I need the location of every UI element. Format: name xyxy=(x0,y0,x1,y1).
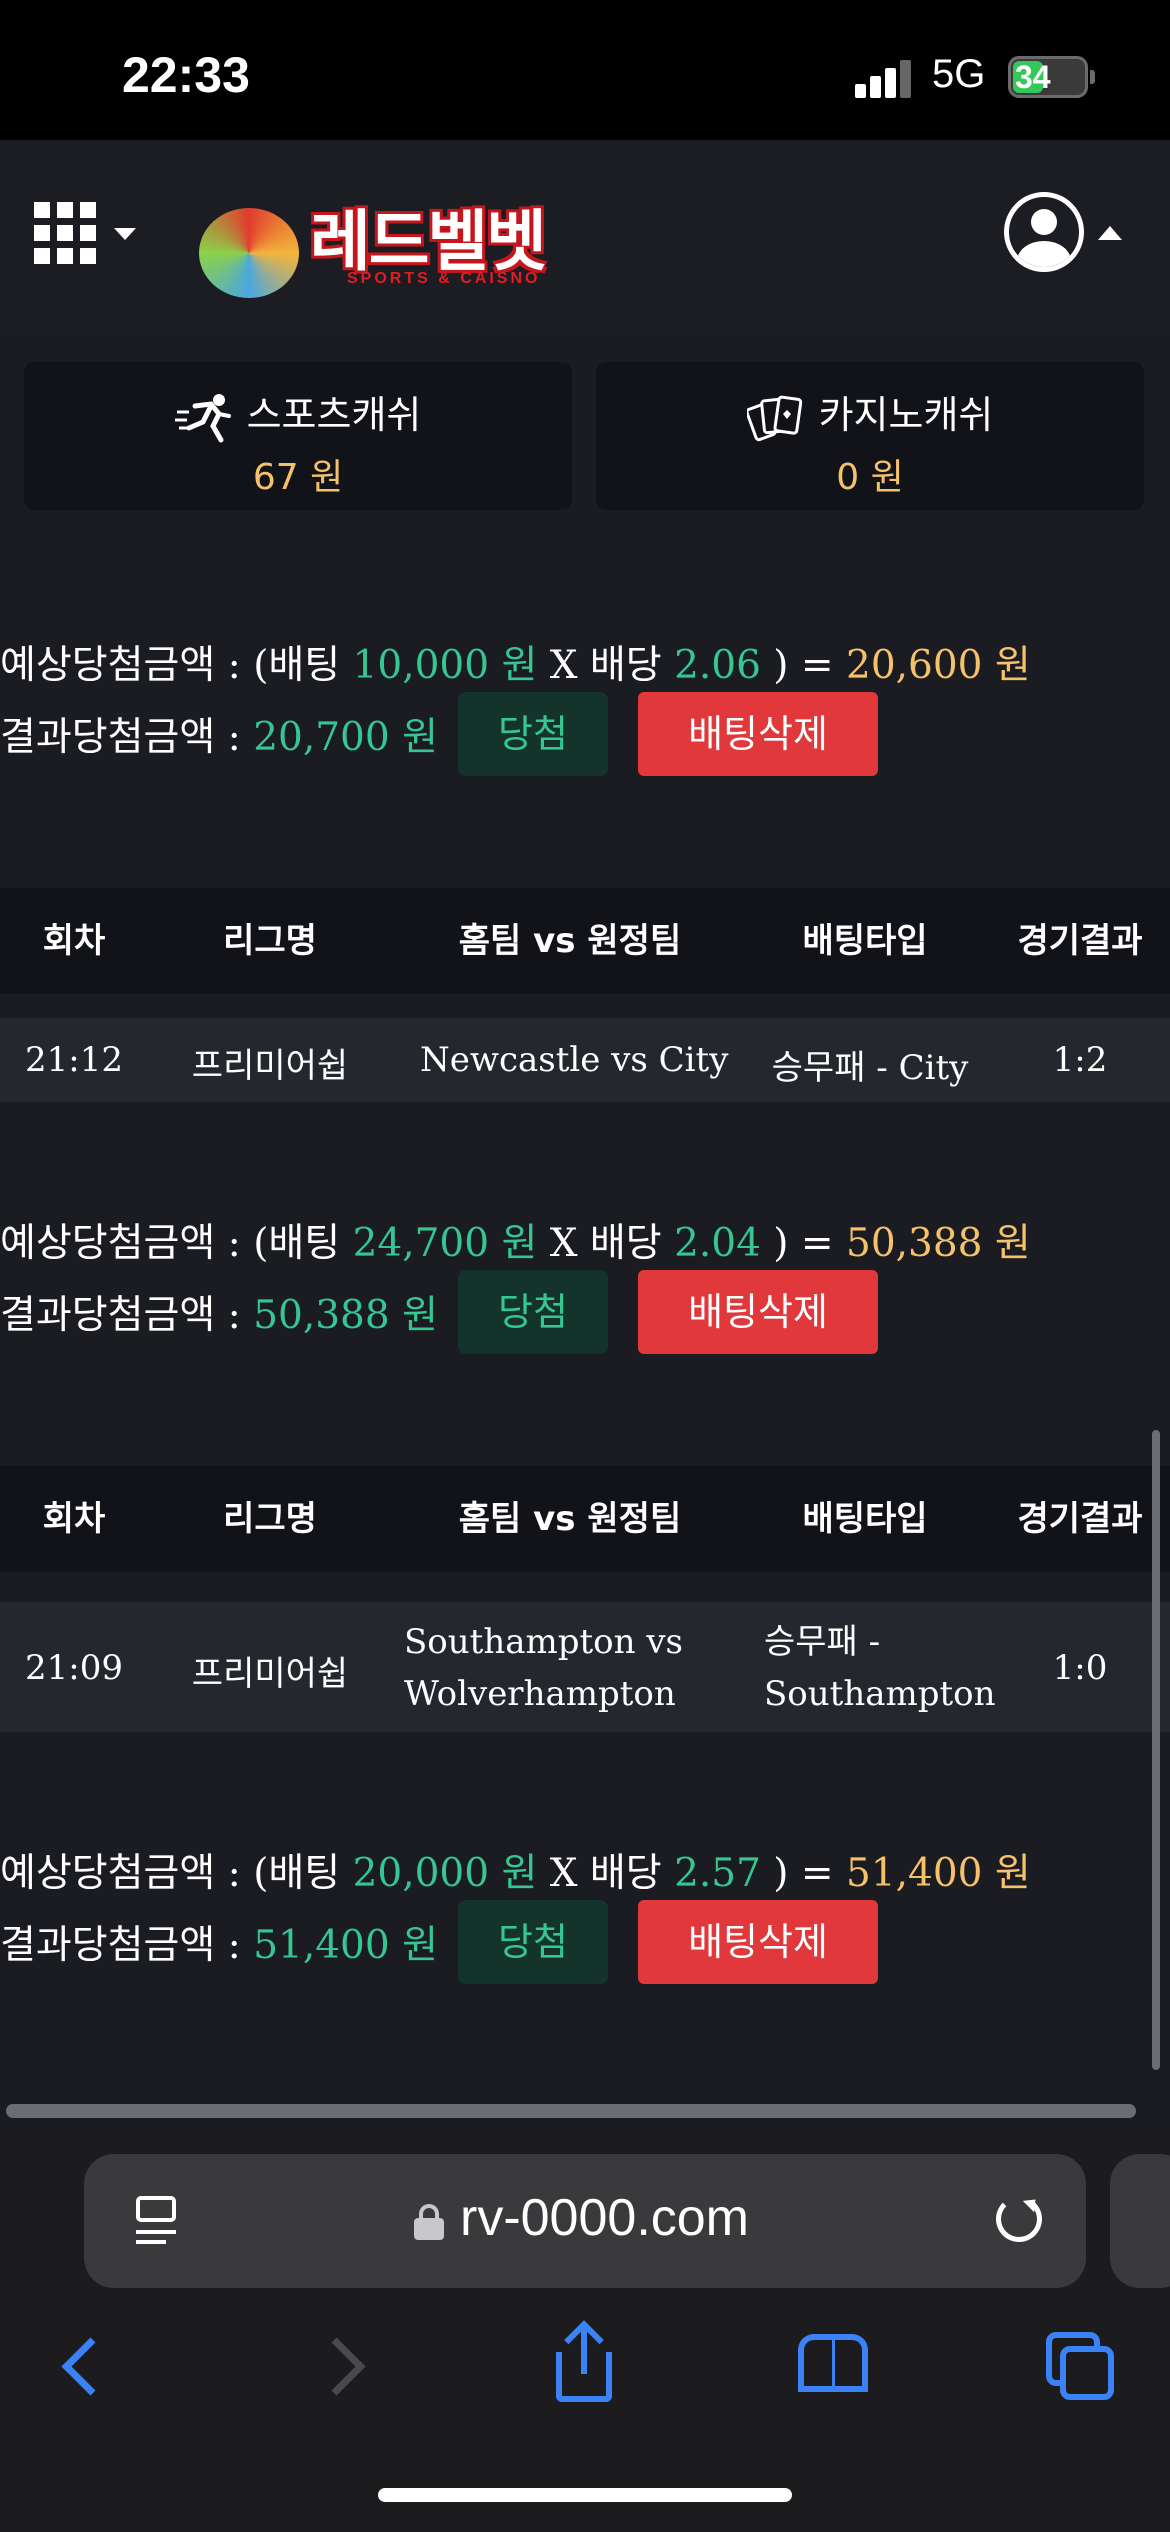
signal-icon xyxy=(855,58,915,98)
logo-emblem xyxy=(199,208,299,298)
address-bar[interactable]: rv-0000.com xyxy=(84,2154,1086,2288)
table-header: 회차 리그명 홈팀 vs 원정팀 배팅타입 경기결과 xyxy=(0,888,1170,994)
result-win-line: 결과당첨금액 : 51,400 원 xyxy=(0,1923,438,1968)
cell-score: 1:2 xyxy=(1052,1040,1108,1080)
table-row: 21:09 프리미어쉽 Southampton vs Wolverhampton… xyxy=(0,1602,1170,1732)
won-badge: 당첨 xyxy=(458,692,608,776)
home-indicator[interactable] xyxy=(378,2488,792,2502)
site-header: 레드벨벳 SPORTS & CAISNO xyxy=(0,140,1170,330)
result-amount: 51,400 원 xyxy=(253,1923,438,1968)
casino-cash-label: 카지노캐쉬 xyxy=(818,393,994,437)
sports-cash-value: 67 원 xyxy=(252,457,344,498)
table-header: 회차 리그명 홈팀 vs 원정팀 배팅타입 경기결과 xyxy=(0,1466,1170,1572)
logo-subtitle: SPORTS & CAISNO xyxy=(347,270,541,287)
cell-bet-type: 승무패 - Southampton xyxy=(764,1622,996,1714)
bet-amount: 20,000 원 xyxy=(352,1851,538,1896)
delete-bet-button[interactable]: 배팅삭제 xyxy=(638,692,878,776)
cell-league: 프리미어쉽 xyxy=(191,1046,349,1086)
tabs-icon[interactable] xyxy=(1040,2324,1120,2404)
col-match: 홈팀 vs 원정팀 xyxy=(458,921,682,961)
status-time: 22:33 xyxy=(122,47,250,103)
cell-round: 21:12 xyxy=(25,1040,123,1080)
share-icon[interactable] xyxy=(546,2320,626,2404)
col-league: 리그명 xyxy=(223,1499,317,1539)
table-row: 21:12 프리미어쉽 Newcastle vs City 승무패 - City… xyxy=(0,1018,1170,1102)
horizontal-scrollbar[interactable] xyxy=(6,2104,1136,2118)
cell-round: 21:09 xyxy=(25,1648,123,1688)
result-amount: 50,388 원 xyxy=(253,1293,438,1338)
playing-cards-icon xyxy=(746,395,802,441)
cell-bet-type: 승무패 - City xyxy=(771,1048,969,1088)
status-bar: 22:33 5G 34 xyxy=(0,0,1170,140)
user-account-icon[interactable] xyxy=(1004,192,1084,272)
chevron-down-icon[interactable] xyxy=(114,228,136,240)
col-result: 경기결과 xyxy=(1017,1499,1143,1539)
bet-amount: 10,000 원 xyxy=(352,643,538,688)
casino-cash-value: 0 원 xyxy=(836,457,904,498)
won-badge: 당첨 xyxy=(458,1270,608,1354)
expected-amount: 20,600 원 xyxy=(846,643,1031,688)
col-bet-type: 배팅타입 xyxy=(802,1499,928,1539)
battery-level: 34 xyxy=(1015,59,1051,95)
vertical-scrollbar[interactable] xyxy=(1152,1430,1160,2070)
col-bet-type: 배팅타입 xyxy=(802,921,928,961)
result-win-line: 결과당첨금액 : 50,388 원 xyxy=(0,1293,438,1338)
expected-win-line: 예상당첨금액 : (배팅 20,000 원 X 배당 2.57 ) = 51,4… xyxy=(0,1851,1031,1896)
col-round: 회차 xyxy=(42,1499,106,1539)
bet-odds: 2.57 xyxy=(674,1851,761,1896)
bookmarks-icon[interactable] xyxy=(792,2324,872,2404)
cell-league: 프리미어쉽 xyxy=(191,1654,349,1694)
delete-bet-button[interactable]: 배팅삭제 xyxy=(638,1270,878,1354)
reload-icon[interactable] xyxy=(996,2196,1042,2242)
network-type: 5G xyxy=(932,52,986,96)
lock-icon xyxy=(414,2204,444,2240)
browser-toolbar: rv-0000.com xyxy=(0,2128,1170,2532)
col-result: 경기결과 xyxy=(1017,921,1143,961)
forward-icon[interactable] xyxy=(300,2324,380,2404)
running-person-icon xyxy=(174,393,231,442)
menu-grid-icon[interactable] xyxy=(34,202,96,264)
casino-cash-card[interactable]: 카지노캐쉬 0 원 xyxy=(596,362,1144,510)
next-tab-preview[interactable] xyxy=(1110,2154,1170,2288)
site-logo[interactable]: 레드벨벳 SPORTS & CAISNO xyxy=(195,170,575,300)
chevron-up-icon[interactable] xyxy=(1098,226,1122,240)
expected-amount: 51,400 원 xyxy=(846,1851,1031,1896)
expected-win-line: 예상당첨금액 : (배팅 10,000 원 X 배당 2.06 ) = 20,6… xyxy=(0,643,1031,688)
sports-cash-label: 스포츠캐쉬 xyxy=(246,393,422,437)
col-match: 홈팀 vs 원정팀 xyxy=(458,1499,682,1539)
reader-mode-icon[interactable] xyxy=(136,2196,180,2246)
expected-amount: 50,388 원 xyxy=(846,1221,1031,1266)
back-icon[interactable] xyxy=(48,2324,128,2404)
cell-score: 1:0 xyxy=(1052,1648,1108,1688)
won-badge: 당첨 xyxy=(458,1900,608,1984)
col-round: 회차 xyxy=(42,921,106,961)
delete-bet-button[interactable]: 배팅삭제 xyxy=(638,1900,878,1984)
expected-win-line: 예상당첨금액 : (배팅 24,700 원 X 배당 2.04 ) = 50,3… xyxy=(0,1221,1031,1266)
battery-icon: 34 xyxy=(1008,56,1088,98)
result-amount: 20,700 원 xyxy=(253,715,438,760)
url-text[interactable]: rv-0000.com xyxy=(460,2188,749,2248)
sports-cash-card[interactable]: 스포츠캐쉬 67 원 xyxy=(24,362,572,510)
bet-amount: 24,700 원 xyxy=(352,1221,538,1266)
bet-odds: 2.06 xyxy=(674,643,761,688)
bet-odds: 2.04 xyxy=(674,1221,761,1266)
col-league: 리그명 xyxy=(223,921,317,961)
cell-match: Southampton vs Wolverhampton xyxy=(404,1622,683,1714)
result-win-line: 결과당첨금액 : 20,700 원 xyxy=(0,715,438,760)
cell-match: Newcastle vs City xyxy=(420,1040,729,1080)
